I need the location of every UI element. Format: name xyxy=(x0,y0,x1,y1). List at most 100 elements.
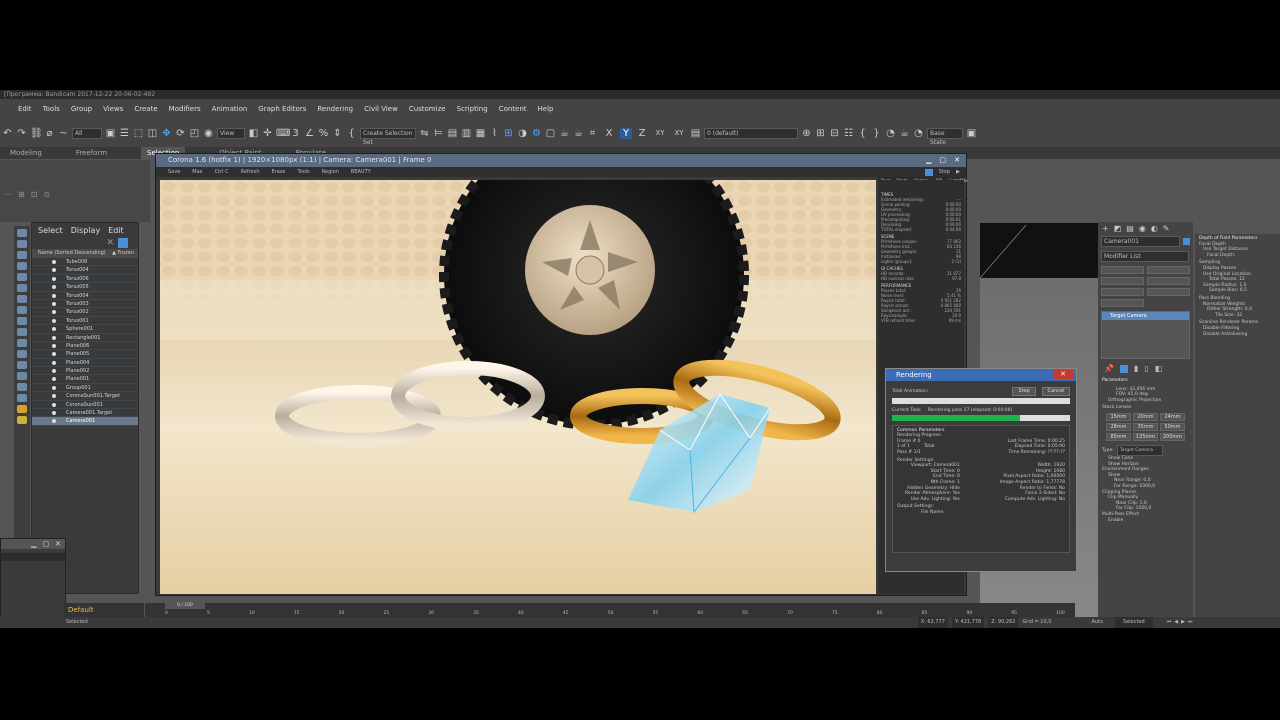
filter-frozen-icon[interactable] xyxy=(17,339,27,347)
manipulate-icon[interactable]: ✛ xyxy=(262,128,273,139)
unlink-icon[interactable]: ⌀ xyxy=(44,128,55,139)
camera-type-dropdown[interactable]: Target Camera xyxy=(1116,444,1163,456)
scene-list-item[interactable]: Plane005 xyxy=(32,350,138,359)
tile-size-field[interactable]: Tile Size: 32 xyxy=(1199,313,1276,319)
scene-list-item[interactable]: Torus003 xyxy=(32,300,138,309)
ribbon-tab-modeling[interactable]: Modeling xyxy=(10,147,42,159)
render-iterative-icon[interactable]: ☕ xyxy=(573,128,584,139)
funnel-icon[interactable] xyxy=(118,238,128,248)
filter-icon[interactable]: ⊙ xyxy=(43,190,50,199)
lens-button-15mm[interactable]: 15mm xyxy=(1106,412,1131,421)
stop-icon[interactable] xyxy=(924,168,933,176)
modifier-list-dropdown[interactable]: Modifier List xyxy=(1101,251,1189,262)
angle-snap-icon[interactable]: ∠ xyxy=(304,128,315,139)
teapot-icon[interactable]: ☕ xyxy=(899,128,910,139)
panel-field[interactable] xyxy=(1,553,65,561)
menu-item-views[interactable]: Views xyxy=(103,104,123,114)
modifier-btn-1[interactable] xyxy=(1101,266,1144,274)
ref-coord-dropdown[interactable]: View xyxy=(217,127,245,139)
vfb-tool-beauty[interactable]: BEAUTY xyxy=(351,167,371,177)
select-object-icon[interactable]: ▣ xyxy=(105,128,116,139)
vfb-tool-ctrl-c[interactable]: Ctrl C xyxy=(215,167,229,177)
percent-snap-icon[interactable]: % xyxy=(318,128,329,139)
lens-button-135mm[interactable]: 135mm xyxy=(1133,432,1158,441)
align-icon[interactable]: ⊨ xyxy=(433,128,444,139)
menu-item-create[interactable]: Create xyxy=(134,104,157,114)
state-sets-dropdown[interactable]: Base State xyxy=(927,127,963,146)
lens-button-28mm[interactable]: 28mm xyxy=(1106,422,1131,431)
place-icon[interactable]: ◉ xyxy=(203,128,214,139)
scene-list-item[interactable]: CoronaSun001.Target xyxy=(32,392,138,401)
rendering-close-icon[interactable]: ✕ xyxy=(1053,370,1073,379)
curve-editor-icon[interactable]: ⌇ xyxy=(489,128,500,139)
mirror-icon[interactable]: ⇋ xyxy=(419,128,430,139)
scene-list-item[interactable]: Plane001 xyxy=(32,375,138,384)
modifier-btn-6[interactable] xyxy=(1147,288,1190,296)
make-unique-icon[interactable]: ▮ xyxy=(1134,364,1138,373)
link-icon[interactable]: ⛓ xyxy=(30,128,43,139)
lens-button-24mm[interactable]: 24mm xyxy=(1160,412,1185,421)
filter-bones-icon[interactable] xyxy=(17,317,27,325)
env-icon[interactable]: ◔ xyxy=(913,128,924,139)
scene-list-item[interactable]: Camera001.Target xyxy=(32,409,138,418)
filter-hidden-icon[interactable] xyxy=(17,350,27,358)
scene-list-item[interactable]: Torus005 xyxy=(32,283,138,292)
light-bulb-icon[interactable] xyxy=(17,416,27,424)
timeline[interactable]: 0 / 100 0 5 10 15 20 25 30 35 40 45 50 55 60 65 70 75 80… xyxy=(145,603,1075,617)
scene-list-item[interactable]: CoronaSun001 xyxy=(32,401,138,410)
menu-item-edit[interactable]: Edit xyxy=(18,104,32,114)
vfb-tool-refresh[interactable]: Refresh xyxy=(241,167,260,177)
filter-groups-icon[interactable] xyxy=(17,295,27,303)
snap-icon[interactable]: 3 xyxy=(290,128,301,139)
menu-item-content[interactable]: Content xyxy=(499,104,527,114)
scene-list-item[interactable]: Plane004 xyxy=(32,359,138,368)
default-layer[interactable]: Default xyxy=(64,603,144,617)
menu-item-animation[interactable]: Animation xyxy=(212,104,248,114)
scene-list-item[interactable]: Torus001 xyxy=(32,317,138,326)
menu-item-group[interactable]: Group xyxy=(71,104,92,114)
menu-item-scripting[interactable]: Scripting xyxy=(457,104,488,114)
display-children-icon[interactable] xyxy=(17,394,27,402)
column-name[interactable]: Name (Sorted Descending) xyxy=(38,249,106,258)
new-layer-icon[interactable]: ⊕ xyxy=(801,128,812,139)
window-crossing-icon[interactable]: ◫ xyxy=(147,128,158,139)
menu-item-graph-editors[interactable]: Graph Editors xyxy=(258,104,306,114)
layer-dropdown[interactable]: 0 (default) xyxy=(704,127,798,139)
sun-icon[interactable] xyxy=(17,405,27,413)
select-scale-icon[interactable]: ◰ xyxy=(189,128,200,139)
create-tab-icon[interactable]: + xyxy=(1102,224,1109,233)
select-in-layer-icon[interactable]: ⊟ xyxy=(829,128,840,139)
brace-close-icon[interactable]: } xyxy=(871,128,882,139)
vfb-maximize-icon[interactable]: ▢ xyxy=(940,154,947,167)
pivot-icon[interactable]: ◧ xyxy=(248,128,259,139)
render-setup-icon[interactable]: ⚙ xyxy=(531,128,542,139)
lens-button-200mm[interactable]: 200mm xyxy=(1160,432,1185,441)
vfb-minimize-icon[interactable]: ▁ xyxy=(926,154,931,167)
scene-list-item[interactable]: Torus006 xyxy=(32,275,138,284)
hierarchy-tab-icon[interactable]: ▤ xyxy=(1126,224,1134,233)
scene-explorer-icon[interactable]: ☷ xyxy=(843,128,854,139)
scene-list-item[interactable]: Torus004 xyxy=(32,266,138,275)
vfb-tool-tools[interactable]: Tools xyxy=(297,167,309,177)
filter-containers-icon[interactable] xyxy=(17,328,27,336)
keyboard-shortcut-icon[interactable]: ⌨ xyxy=(276,128,290,139)
parameters-rollout[interactable]: Parameters xyxy=(1102,378,1189,384)
axis-x-button[interactable]: X xyxy=(601,128,617,139)
axis-xy2-button[interactable]: XY xyxy=(671,128,687,139)
filter-none-icon[interactable] xyxy=(17,372,27,380)
minimize-icon[interactable]: ▁ xyxy=(31,540,36,548)
show-end-result-icon[interactable] xyxy=(1119,364,1128,373)
key-mode-dropdown[interactable]: Selected xyxy=(1115,617,1153,628)
object-color-swatch[interactable] xyxy=(1183,238,1190,245)
lens-button-20mm[interactable]: 20mm xyxy=(1133,412,1158,421)
lens-button-35mm[interactable]: 35mm xyxy=(1133,422,1158,431)
menu-item-modifiers[interactable]: Modifiers xyxy=(169,104,201,114)
motion-tab-icon[interactable]: ◉ xyxy=(1139,224,1146,233)
render-frame-icon[interactable]: ▢ xyxy=(545,128,556,139)
state-icon[interactable]: ▣ xyxy=(966,128,977,139)
cancel-button[interactable]: Cancel xyxy=(1042,387,1070,396)
scene-list-item[interactable]: Plane002 xyxy=(32,367,138,376)
axis-z-button[interactable]: Z xyxy=(635,128,649,139)
schematic-icon[interactable]: ⊞ xyxy=(503,128,514,139)
ribbon-tab-freeform[interactable]: Freeform xyxy=(76,147,107,159)
